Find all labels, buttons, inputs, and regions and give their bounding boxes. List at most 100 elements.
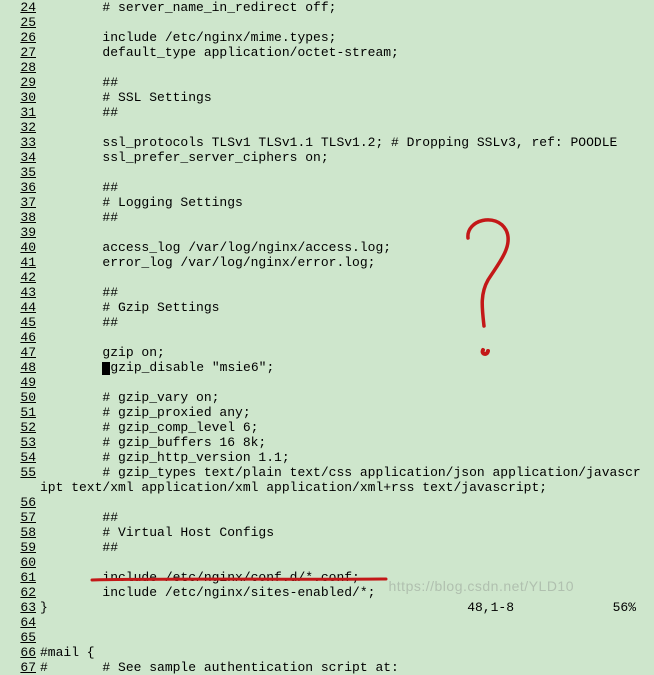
code-line[interactable]: 24 # server_name_in_redirect off; [0,0,654,15]
code-line[interactable]: 35 [0,165,654,180]
code-line[interactable]: 54 # gzip_http_version 1.1; [0,450,654,465]
code-line[interactable]: 63} [0,600,654,615]
code-line[interactable]: 48 gzip_disable "msie6"; [0,360,654,375]
code-line[interactable]: 41 error_log /var/log/nginx/error.log; [0,255,654,270]
line-number: 36 [0,180,40,195]
code-line[interactable]: 33 ssl_protocols TLSv1 TLSv1.1 TLSv1.2; … [0,135,654,150]
code-line[interactable]: 65 [0,630,654,645]
line-number: 66 [0,645,40,660]
line-text: ## [40,210,118,225]
line-text: # gzip_vary on; [40,390,219,405]
line-number: 54 [0,450,40,465]
code-line[interactable]: 50 # gzip_vary on; [0,390,654,405]
line-text: gzip on; [40,345,165,360]
code-line[interactable]: 59 ## [0,540,654,555]
line-text: ## [40,75,118,90]
line-number: 43 [0,285,40,300]
line-number: 33 [0,135,40,150]
code-line[interactable]: 53 # gzip_buffers 16 8k; [0,435,654,450]
code-line[interactable]: 58 # Virtual Host Configs [0,525,654,540]
code-line[interactable]: 57 ## [0,510,654,525]
line-number: 39 [0,225,40,240]
line-number: 24 [0,0,40,15]
line-text: # gzip_buffers 16 8k; [40,435,266,450]
line-text: # SSL Settings [40,90,212,105]
line-number: 25 [0,15,40,30]
line-number: 27 [0,45,40,60]
line-number: 49 [0,375,40,390]
line-text: # Virtual Host Configs [40,525,274,540]
code-line[interactable]: ipt text/xml application/xml application… [0,480,654,495]
line-number: 47 [0,345,40,360]
code-line[interactable]: 64 [0,615,654,630]
code-line[interactable]: 60 [0,555,654,570]
code-line[interactable]: 28 [0,60,654,75]
code-line[interactable]: 36 ## [0,180,654,195]
line-number: 40 [0,240,40,255]
code-line[interactable]: 66#mail { [0,645,654,660]
code-line[interactable]: 29 ## [0,75,654,90]
line-number: 44 [0,300,40,315]
line-text: #mail { [40,645,95,660]
line-number: 53 [0,435,40,450]
cursor-position: 48,1-8 [467,600,514,615]
line-number [0,480,40,495]
line-text: ssl_prefer_server_ciphers on; [40,150,329,165]
line-number: 55 [0,465,40,480]
code-line[interactable]: 40 access_log /var/log/nginx/access.log; [0,240,654,255]
line-text: ## [40,105,118,120]
code-editor[interactable]: 24 # server_name_in_redirect off;2526 in… [0,0,654,675]
line-text: ## [40,540,118,555]
line-number: 62 [0,585,40,600]
code-line[interactable]: 27 default_type application/octet-stream… [0,45,654,60]
line-number: 37 [0,195,40,210]
code-line[interactable]: 51 # gzip_proxied any; [0,405,654,420]
line-number: 31 [0,105,40,120]
code-line[interactable]: 45 ## [0,315,654,330]
code-line[interactable]: 31 ## [0,105,654,120]
line-text: ## [40,180,118,195]
code-line[interactable]: 39 [0,225,654,240]
code-line[interactable]: 49 [0,375,654,390]
code-line[interactable]: 52 # gzip_comp_level 6; [0,420,654,435]
line-text: # gzip_proxied any; [40,405,251,420]
line-text: include /etc/nginx/conf.d/*.conf; [40,570,360,585]
code-line[interactable]: 38 ## [0,210,654,225]
text-cursor [102,362,110,375]
line-text: ## [40,315,118,330]
code-line[interactable]: 56 [0,495,654,510]
line-number: 42 [0,270,40,285]
code-line[interactable]: 43 ## [0,285,654,300]
line-text: # server_name_in_redirect off; [40,0,336,15]
line-number: 64 [0,615,40,630]
code-line[interactable]: 25 [0,15,654,30]
code-line[interactable]: 42 [0,270,654,285]
code-line[interactable]: 30 # SSL Settings [0,90,654,105]
line-text: gzip_disable "msie6"; [40,360,274,375]
line-number: 30 [0,90,40,105]
line-text: # Gzip Settings [40,300,219,315]
line-number: 50 [0,390,40,405]
code-line[interactable]: 55 # gzip_types text/plain text/css appl… [0,465,654,480]
code-line[interactable]: 44 # Gzip Settings [0,300,654,315]
line-number: 32 [0,120,40,135]
line-number: 26 [0,30,40,45]
line-number: 65 [0,630,40,645]
line-text: error_log /var/log/nginx/error.log; [40,255,375,270]
code-line[interactable]: 26 include /etc/nginx/mime.types; [0,30,654,45]
line-number: 59 [0,540,40,555]
watermark: https://blog.csdn.net/YLD10 [389,579,575,594]
line-number: 28 [0,60,40,75]
line-number: 52 [0,420,40,435]
code-line[interactable]: 32 [0,120,654,135]
code-line[interactable]: 47 gzip on; [0,345,654,360]
line-number: 34 [0,150,40,165]
code-line[interactable]: 37 # Logging Settings [0,195,654,210]
code-line[interactable]: 34 ssl_prefer_server_ciphers on; [0,150,654,165]
line-number: 67 [0,660,40,675]
code-line[interactable]: 67# # See sample authentication script a… [0,660,654,675]
line-text: ## [40,285,118,300]
code-line[interactable]: 46 [0,330,654,345]
line-text: ipt text/xml application/xml application… [40,480,547,495]
line-number: 38 [0,210,40,225]
